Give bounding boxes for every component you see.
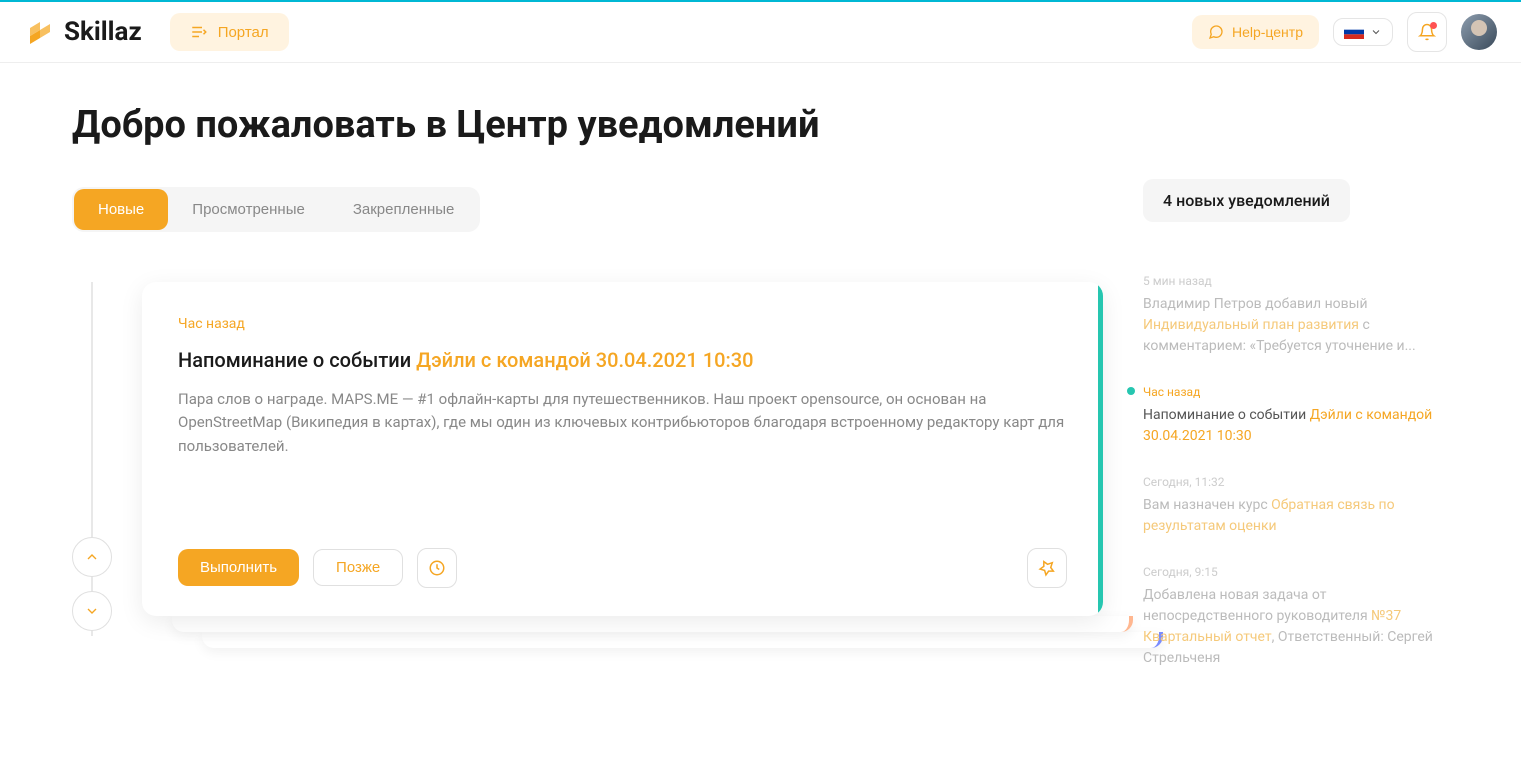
russia-flag-icon bbox=[1344, 25, 1364, 39]
sidebar-item-text: Добавлена новая задача от непосредственн… bbox=[1143, 585, 1449, 669]
sidebar-item-text: Напоминание о событии Дэйли с командой 3… bbox=[1143, 405, 1449, 447]
sidebar-notification-item[interactable]: Час назад Напоминание о событии Дэйли с к… bbox=[1143, 383, 1449, 447]
card-area: Час назад Напоминание о событии Дэйли с … bbox=[72, 282, 1103, 616]
portal-label: Портал bbox=[218, 24, 269, 41]
pin-button[interactable] bbox=[1027, 548, 1067, 588]
new-count-badge: 4 новых уведомлений bbox=[1143, 179, 1350, 222]
pin-icon bbox=[1038, 559, 1056, 577]
stacked-card-3 bbox=[202, 632, 1163, 648]
brand-name: Skillaz bbox=[64, 17, 142, 47]
complete-button[interactable]: Выполнить bbox=[178, 549, 299, 586]
sidebar-notification-item[interactable]: Сегодня, 11:32 Вам назначен курс Обратная… bbox=[1143, 473, 1449, 537]
later-button[interactable]: Позже bbox=[313, 549, 403, 586]
left-column: Добро пожаловать в Центр уведомлений Нов… bbox=[72, 103, 1103, 669]
help-center-button[interactable]: Help-центр bbox=[1192, 15, 1319, 49]
card-title: Напоминание о событии Дэйли с командой 3… bbox=[178, 348, 1067, 372]
card-accent-bar bbox=[1098, 282, 1103, 616]
card-title-prefix: Напоминание о событии bbox=[178, 348, 416, 372]
card-stack: Час назад Напоминание о событии Дэйли с … bbox=[142, 282, 1103, 616]
language-selector[interactable] bbox=[1333, 18, 1393, 46]
main-content: Добро пожаловать в Центр уведомлений Нов… bbox=[0, 63, 1521, 709]
card-timestamp: Час назад bbox=[178, 316, 1067, 332]
app-header: Skillaz Портал Help-центр bbox=[0, 2, 1521, 63]
next-card-button[interactable] bbox=[72, 591, 112, 631]
stacked-card-2 bbox=[172, 616, 1133, 632]
sidebar-notification-item[interactable]: 5 мин назад Владимир Петров добавил новый… bbox=[1143, 272, 1449, 357]
prev-card-button[interactable] bbox=[72, 537, 112, 577]
portal-button[interactable]: Портал bbox=[170, 13, 289, 51]
sidebar-list: 5 мин назад Владимир Петров добавил новый… bbox=[1143, 272, 1449, 669]
brand-logo[interactable]: Skillaz bbox=[24, 16, 142, 48]
help-label: Help-центр bbox=[1232, 24, 1303, 40]
notification-dot bbox=[1430, 22, 1437, 29]
sidebar-item-time: Сегодня, 11:32 bbox=[1143, 473, 1449, 491]
sidebar: 4 новых уведомлений 5 мин назад Владимир … bbox=[1143, 103, 1449, 669]
page-title: Добро пожаловать в Центр уведомлений bbox=[72, 103, 1103, 147]
sidebar-item-text: Владимир Петров добавил новый Индивидуал… bbox=[1143, 294, 1449, 357]
snooze-button[interactable] bbox=[417, 548, 457, 588]
brand-logo-icon bbox=[24, 16, 56, 48]
notification-card: Час назад Напоминание о событии Дэйли с … bbox=[142, 282, 1103, 616]
portal-icon bbox=[190, 23, 208, 41]
tab-viewed[interactable]: Просмотренные bbox=[168, 189, 329, 230]
sidebar-item-link[interactable]: Индивидуальный план развития bbox=[1143, 317, 1359, 333]
chevron-up-icon bbox=[84, 549, 100, 565]
chevron-down-icon bbox=[1370, 26, 1382, 38]
sidebar-item-time: Сегодня, 9:15 bbox=[1143, 563, 1449, 581]
tab-pinned[interactable]: Закрепленные bbox=[329, 189, 479, 230]
card-title-link[interactable]: Дэйли с командой 30.04.2021 10:30 bbox=[416, 348, 753, 372]
chat-icon bbox=[1208, 24, 1224, 40]
card-actions: Выполнить Позже bbox=[178, 548, 1067, 588]
sidebar-item-time: 5 мин назад bbox=[1143, 272, 1449, 290]
user-avatar[interactable] bbox=[1461, 14, 1497, 50]
tab-new[interactable]: Новые bbox=[74, 189, 168, 230]
sidebar-item-text: Вам назначен курс Обратная связь по резу… bbox=[1143, 495, 1449, 537]
header-right: Help-центр bbox=[1192, 12, 1497, 52]
chevron-down-icon bbox=[84, 603, 100, 619]
sidebar-notification-item[interactable]: Сегодня, 9:15 Добавлена новая задача от н… bbox=[1143, 563, 1449, 669]
filter-tabs: Новые Просмотренные Закрепленные bbox=[72, 187, 480, 232]
sidebar-item-time: Час назад bbox=[1143, 383, 1449, 401]
card-nav bbox=[72, 537, 112, 631]
clock-icon bbox=[428, 559, 446, 577]
card-body: Пара слов о награде. MAPS.ME — #1 офлайн… bbox=[178, 388, 1067, 458]
notifications-button[interactable] bbox=[1407, 12, 1447, 52]
